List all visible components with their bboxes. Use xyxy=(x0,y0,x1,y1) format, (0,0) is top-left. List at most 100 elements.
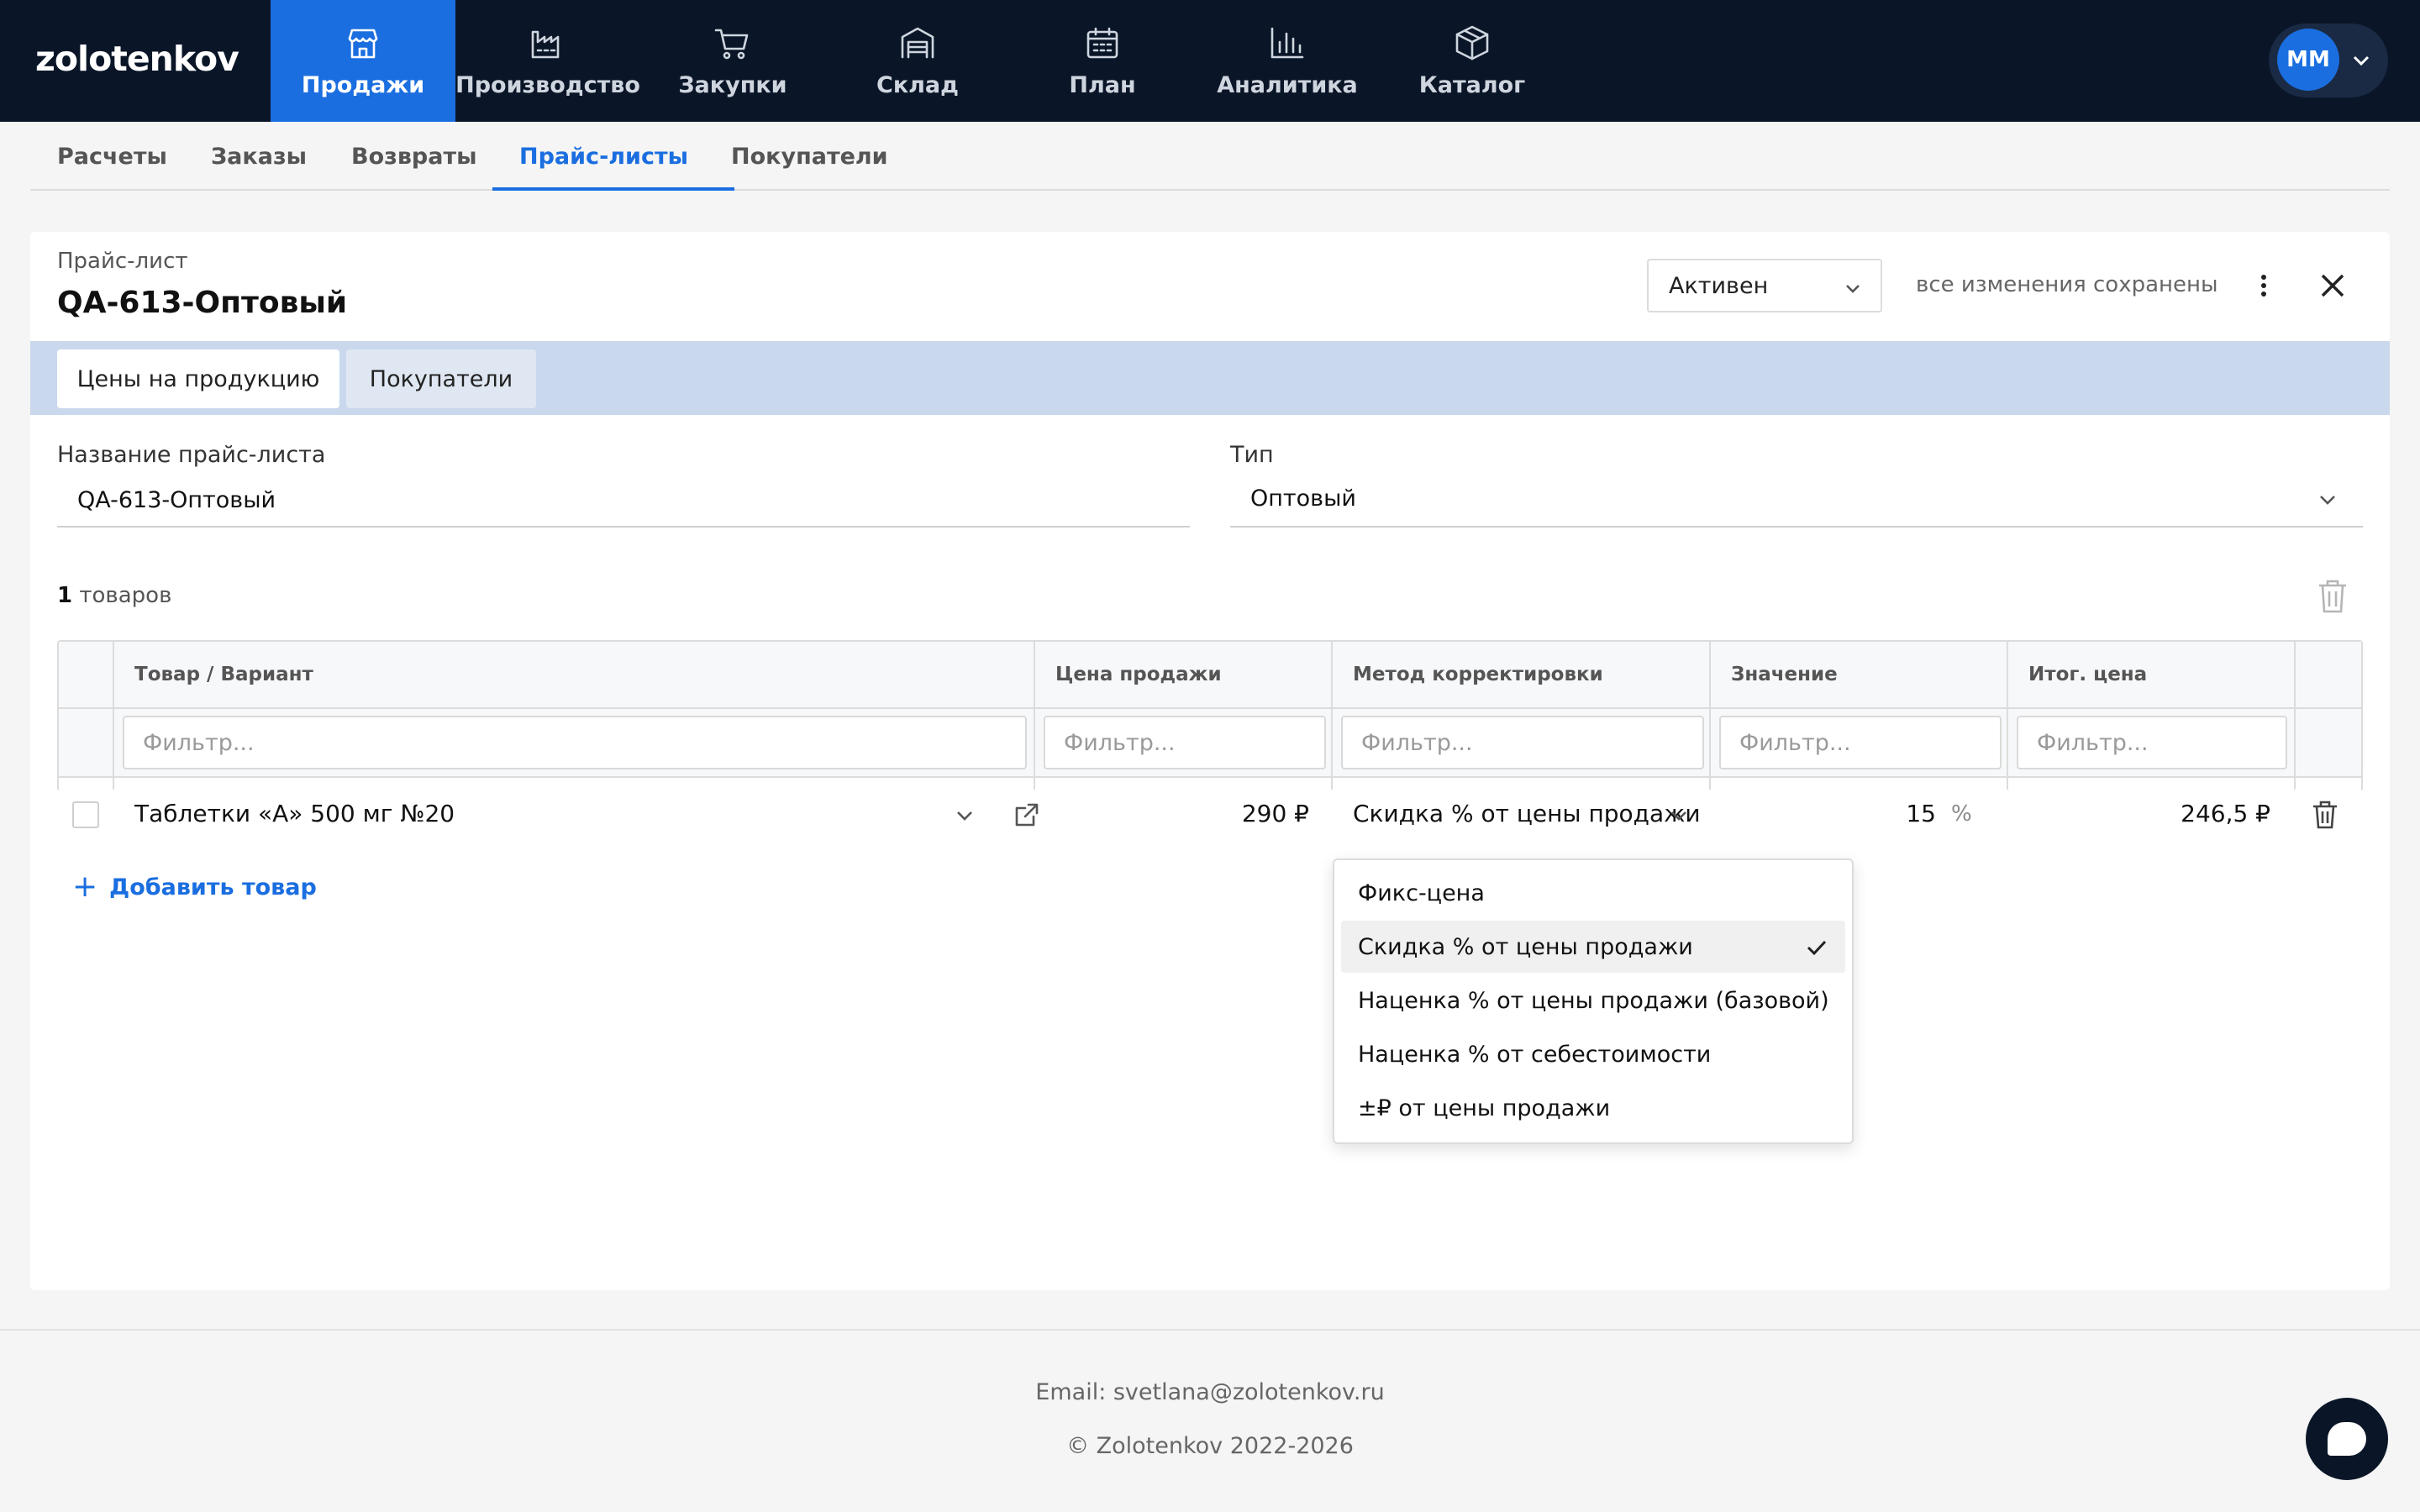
dropdown-option-rub-offset[interactable]: ±₽ от цены продажи xyxy=(1341,1082,1845,1134)
status-value: Активен xyxy=(1669,272,1769,299)
filter-sale-price-input[interactable] xyxy=(1044,716,1326,769)
trash-icon[interactable] xyxy=(2316,578,2349,615)
column-header-adjustment-method[interactable]: Метод корректировки xyxy=(1353,664,1603,685)
active-tab-indicator xyxy=(492,187,734,191)
chevron-down-icon[interactable] xyxy=(955,805,975,825)
price-list-name-input[interactable]: QA-613-Оптовый xyxy=(77,487,276,513)
adjustment-value-input[interactable]: 15 xyxy=(1719,800,1936,827)
nav-label: Склад xyxy=(876,72,959,98)
table-header-row: Товар / Вариант Цена продажи Метод корре… xyxy=(59,642,2361,709)
add-product-label: Добавить товар xyxy=(109,874,317,900)
chat-button[interactable] xyxy=(2306,1398,2388,1480)
nav-label: Каталог xyxy=(1418,72,1526,98)
subtabs: Расчеты Заказы Возвраты Прайс-листы Поку… xyxy=(30,122,2390,191)
more-options-icon[interactable] xyxy=(2249,270,2279,301)
subtab-price-lists[interactable]: Прайс-листы xyxy=(519,122,688,191)
row-checkbox[interactable] xyxy=(72,801,99,828)
subtab-customers[interactable]: Покупатели xyxy=(731,122,888,191)
nav-item-plan[interactable]: План xyxy=(1010,0,1195,122)
count-suffix: товаров xyxy=(79,583,172,608)
dropdown-option-markup-cost[interactable]: Наценка % от себестоимости xyxy=(1341,1028,1845,1080)
subtab-returns[interactable]: Возвраты xyxy=(351,122,477,191)
column-divider xyxy=(1034,642,1035,790)
adjustment-method-select[interactable]: Скидка % от цены продажи xyxy=(1353,800,1701,827)
close-icon[interactable] xyxy=(2316,269,2349,302)
card-subtitle: Прайс-лист xyxy=(57,249,188,274)
type-label: Тип xyxy=(1230,442,1274,468)
box-icon xyxy=(1455,25,1489,60)
nav-item-purchases[interactable]: Закупки xyxy=(640,0,825,122)
column-divider xyxy=(1709,642,1711,790)
card-tab-strip: Цены на продукцию Покупатели xyxy=(30,341,2390,415)
type-select[interactable]: Оптовый xyxy=(1250,486,1356,512)
filter-final-price-input[interactable] xyxy=(2017,716,2287,769)
option-label: Наценка % от цены продажи (базовой) xyxy=(1358,987,1829,1014)
external-link-icon[interactable] xyxy=(1013,801,1040,828)
nav-label: Продажи xyxy=(301,72,425,98)
name-field-underline xyxy=(57,526,1190,528)
column-header-sale-price[interactable]: Цена продажи xyxy=(1055,664,1222,685)
dropdown-option-markup-base[interactable]: Наценка % от цены продажи (базовой) xyxy=(1341,974,1845,1026)
footer-email[interactable]: Email: svetlana@zolotenkov.ru xyxy=(0,1379,2420,1405)
column-divider xyxy=(2294,642,2296,790)
chevron-down-icon[interactable] xyxy=(2349,49,2373,72)
footer-copyright: © Zolotenkov 2022-2026 xyxy=(1066,1433,1354,1459)
table-filter-row xyxy=(59,709,2361,778)
nav-label: Аналитика xyxy=(1217,72,1358,98)
nav-item-production[interactable]: Производство xyxy=(455,0,640,122)
column-divider xyxy=(2007,642,2008,790)
product-name[interactable]: Таблетки «А» 500 мг №20 xyxy=(134,800,455,827)
option-label: Фикс-цена xyxy=(1358,879,1485,906)
column-header-product[interactable]: Товар / Вариант xyxy=(134,664,313,685)
subtab-orders[interactable]: Заказы xyxy=(211,122,307,191)
column-header-final-price[interactable]: Итог. цена xyxy=(2028,664,2147,685)
type-field-underline xyxy=(1230,526,2363,528)
nav-label: Закупки xyxy=(678,72,787,98)
bar-chart-icon xyxy=(1270,27,1304,59)
brand-logo[interactable]: zolotenkov xyxy=(35,39,239,79)
filter-value-input[interactable] xyxy=(1719,716,2002,769)
footer-divider xyxy=(0,1329,2420,1331)
nav-item-catalog[interactable]: Каталог xyxy=(1380,0,1565,122)
table-row: Таблетки «А» 500 мг №20 290 ₽ Скидка % о… xyxy=(59,778,2361,850)
column-divider xyxy=(113,642,114,790)
chevron-down-icon[interactable] xyxy=(1669,805,1689,825)
chat-bubble-icon xyxy=(2328,1422,2366,1456)
filter-method-input[interactable] xyxy=(1341,716,1704,769)
sale-price-value: 290 ₽ xyxy=(1241,800,1309,827)
nav-item-analytics[interactable]: Аналитика xyxy=(1195,0,1380,122)
avatar[interactable]: ММ xyxy=(2277,29,2339,91)
warehouse-icon xyxy=(901,27,934,59)
option-label: Скидка % от цены продажи xyxy=(1358,933,1693,960)
cart-icon xyxy=(714,29,749,60)
adjustment-method-dropdown: Фикс-цена Скидка % от цены продажи Нацен… xyxy=(1333,858,1854,1144)
products-table: Товар / Вариант Цена продажи Метод корре… xyxy=(57,640,2363,850)
column-divider xyxy=(1331,642,1333,790)
nav-item-sales[interactable]: Продажи xyxy=(271,0,455,122)
products-count: 1 товаров xyxy=(57,583,171,608)
checkmark-icon xyxy=(1807,940,1827,956)
dropdown-option-discount-percent[interactable]: Скидка % от цены продажи xyxy=(1341,921,1845,973)
final-price-value: 246,5 ₽ xyxy=(2181,800,2270,827)
calendar-icon xyxy=(1086,27,1118,59)
price-list-name-label: Название прайс-листа xyxy=(57,442,326,468)
tab-product-prices[interactable]: Цены на продукцию xyxy=(57,349,339,408)
option-label: ±₽ от цены продажи xyxy=(1358,1095,1611,1121)
filter-product-input[interactable] xyxy=(123,716,1027,769)
page-title: QA-613-Оптовый xyxy=(57,286,348,320)
add-product-button[interactable]: + Добавить товар xyxy=(72,872,317,902)
value-unit: % xyxy=(1951,801,1972,827)
nav-label: Производство xyxy=(455,72,640,98)
count-number: 1 xyxy=(57,583,73,608)
trash-icon[interactable] xyxy=(2311,800,2339,830)
column-header-value[interactable]: Значение xyxy=(1731,664,1838,685)
top-navigation: zolotenkov Продажи Производство Закупки … xyxy=(0,0,2420,122)
factory-icon xyxy=(531,30,560,59)
subtab-calculations[interactable]: Расчеты xyxy=(57,122,167,191)
status-select[interactable]: Активен xyxy=(1647,259,1882,312)
dropdown-option-fixed-price[interactable]: Фикс-цена xyxy=(1341,867,1845,919)
nav-item-warehouse[interactable]: Склад xyxy=(825,0,1010,122)
tab-customers[interactable]: Покупатели xyxy=(346,349,536,408)
nav-label: План xyxy=(1069,72,1136,98)
chevron-down-icon[interactable] xyxy=(2317,489,2338,509)
